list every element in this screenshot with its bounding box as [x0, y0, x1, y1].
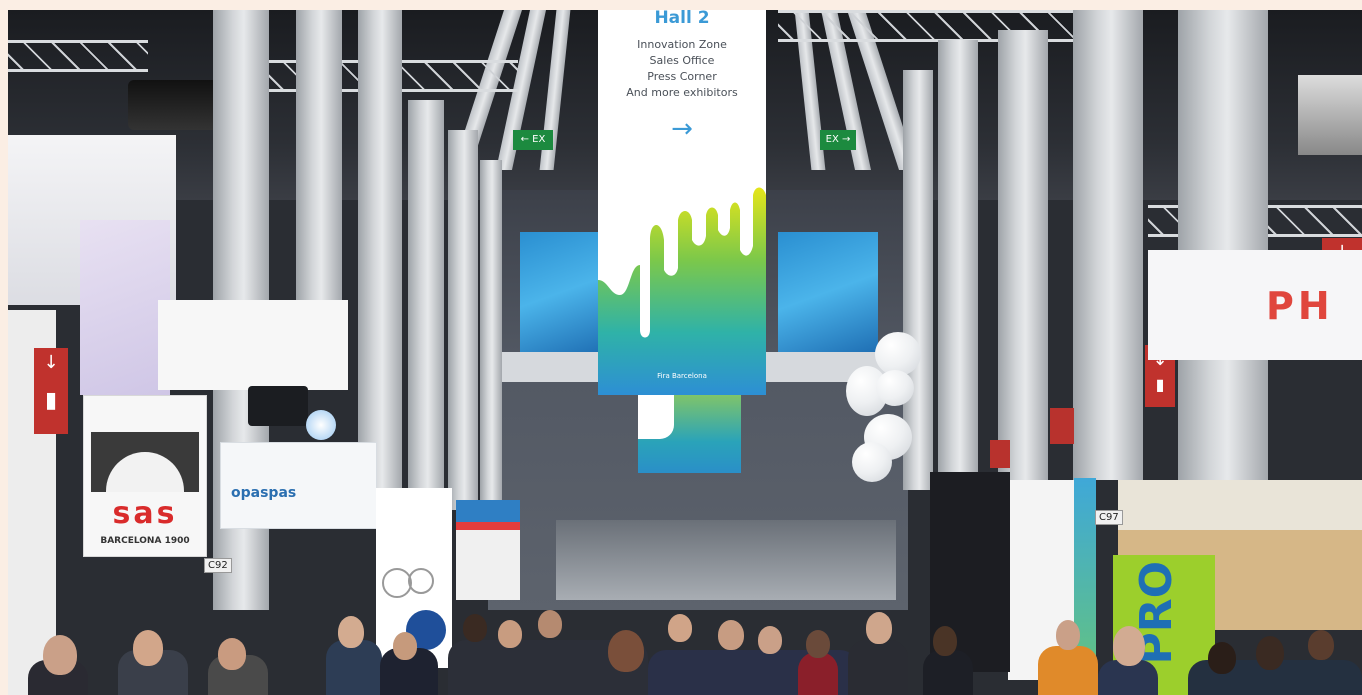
spa-booth-sign: opaspas [220, 442, 377, 529]
sas-subtitle: BARCELONA 1900 [100, 536, 190, 546]
fire-hose-sign [990, 440, 1010, 468]
person-head [1208, 642, 1236, 674]
sas-booth-sign: sas BARCELONA 1900 [83, 395, 207, 557]
hall-banner: Hall 2 Innovation Zone Sales Office Pres… [598, 10, 766, 395]
booth-wall-right: PH [1148, 250, 1362, 360]
banner-gradient-graphic [598, 187, 766, 395]
booth-panel-white [158, 300, 348, 390]
person-head [806, 630, 830, 658]
person-head [43, 635, 77, 675]
glass-window [778, 232, 878, 352]
person [848, 640, 908, 695]
glass-window [520, 232, 605, 352]
crowd [8, 590, 1362, 695]
person-head [218, 638, 246, 670]
concrete-pillar [448, 130, 478, 510]
right-booth-logo: PH [1266, 284, 1334, 328]
person-head [758, 626, 782, 654]
person-head [463, 614, 487, 642]
spotlight-cluster [1298, 75, 1362, 155]
booth-spotlight [248, 386, 308, 426]
concrete-pillar [408, 100, 444, 500]
booth-code-right: C97 [1095, 510, 1123, 525]
photo-frame: ← EX EX → ↓ ▮ ↓ ▮ ↓ ▮ sas BARCELONA 1900… [8, 10, 1362, 695]
concrete-pillar [1073, 10, 1143, 480]
person-head [338, 616, 364, 648]
person-head [393, 632, 417, 660]
sas-logo: sas [112, 496, 178, 531]
banner-brand: Fira Barcelona [657, 372, 707, 380]
concrete-pillar [938, 40, 978, 490]
banner-title: Hall 2 [654, 10, 710, 28]
person [326, 640, 382, 695]
person-head [1113, 626, 1145, 666]
arrow-down-icon: ↓ [43, 352, 59, 373]
balloon [876, 370, 914, 406]
lighting-truss [8, 40, 148, 72]
person-head [133, 630, 163, 666]
fire-extinguisher-sign: ↓ ▮ [34, 348, 68, 434]
concrete-pillar [480, 160, 502, 520]
person-head [608, 630, 644, 672]
banner-line-3: Press Corner [647, 70, 717, 83]
corridor-far-end [556, 520, 896, 600]
lighting-truss [778, 10, 1108, 42]
light-glow [306, 410, 336, 440]
person [923, 650, 973, 695]
booth-code-sas: C92 [204, 558, 232, 573]
booth-panel-lavender [80, 220, 170, 395]
person-backpack [1038, 646, 1098, 695]
balloon [852, 442, 892, 482]
banner-line-4: And more exhibitors [626, 86, 738, 99]
booth-blue-red [456, 500, 520, 600]
banner-line-2: Sales Office [649, 54, 715, 67]
person-head [1308, 630, 1334, 660]
fire-extinguisher-icon: ▮ [44, 388, 58, 413]
concrete-pillar [358, 10, 402, 490]
fire-extinguisher-icon: ▮ [1155, 375, 1165, 394]
person-head [933, 626, 957, 656]
person-head [1056, 620, 1080, 650]
exit-sign-left: ← EX [513, 130, 553, 150]
banner-line-1: Innovation Zone [637, 38, 727, 51]
banner-white-shape [638, 395, 674, 439]
arrow-right-icon: → [671, 114, 693, 144]
person-head [538, 610, 562, 638]
person [798, 652, 838, 695]
fire-hose-sign [1050, 408, 1074, 444]
person-head [718, 620, 744, 650]
person-head [866, 612, 892, 644]
person-head [668, 614, 692, 642]
exit-sign-right: EX → [820, 130, 856, 150]
spa-logo: opaspas [231, 485, 297, 501]
concrete-pillar [296, 10, 342, 340]
concrete-pillar [998, 30, 1048, 500]
person-head [1256, 636, 1284, 670]
secondary-banner [638, 395, 741, 473]
person-head [498, 620, 522, 648]
